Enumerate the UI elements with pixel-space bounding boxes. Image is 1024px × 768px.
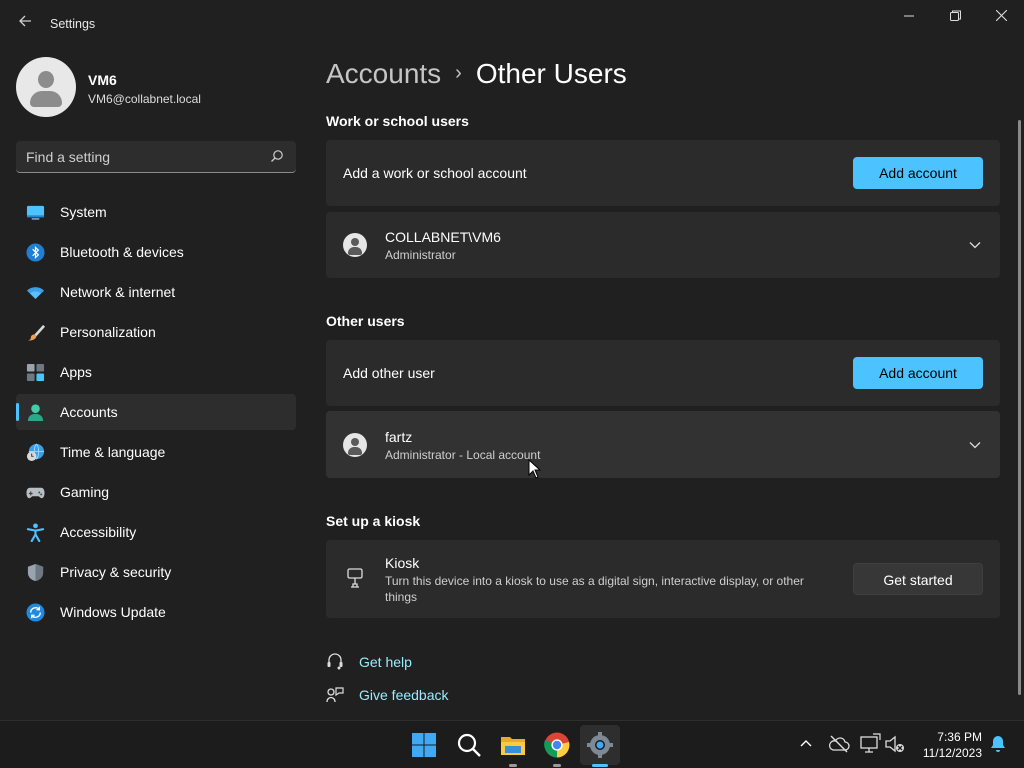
kiosk-description-line2: things <box>385 590 418 604</box>
kiosk-card: Kiosk Turn this device into a kiosk to u… <box>326 540 1000 618</box>
mouse-cursor-icon <box>528 459 542 479</box>
scrollbar[interactable] <box>1018 120 1021 695</box>
add-other-user-button[interactable]: Add account <box>853 357 983 389</box>
gaming-icon <box>26 487 45 499</box>
kiosk-section-title: Set up a kiosk <box>326 513 421 529</box>
search-icon[interactable] <box>270 149 284 163</box>
sidebar-item-label: System <box>60 204 107 220</box>
sidebar-item-time-language[interactable]: Time & language <box>16 434 296 470</box>
volume-muted-icon[interactable] <box>884 733 906 755</box>
system-icon <box>26 205 45 220</box>
add-work-account-button[interactable]: Add account <box>853 157 983 189</box>
sidebar-item-accounts[interactable]: Accounts <box>16 394 296 430</box>
sidebar-item-label: Accessibility <box>60 524 137 540</box>
other-users-section-title: Other users <box>326 313 405 329</box>
brush-icon <box>27 324 45 341</box>
sidebar-item-label: Time & language <box>60 444 166 460</box>
onedrive-offline-icon[interactable] <box>828 733 850 755</box>
sidebar-nav: System Bluetooth & devices Network & int… <box>16 194 296 634</box>
file-explorer-icon[interactable] <box>499 731 527 759</box>
work-school-section-title: Work or school users <box>326 113 469 129</box>
user-avatar-icon <box>343 433 367 457</box>
get-started-button[interactable]: Get started <box>853 563 983 595</box>
sidebar-item-label: Bluetooth & devices <box>60 244 184 260</box>
sidebar-item-label: Personalization <box>60 324 156 340</box>
chrome-icon[interactable] <box>543 731 571 759</box>
search-box[interactable] <box>16 141 296 173</box>
work-user-card[interactable]: COLLABNET\VM6 Administrator <box>326 212 1000 278</box>
time-language-icon <box>26 443 45 462</box>
sidebar-item-label: Windows Update <box>60 604 166 620</box>
clock[interactable]: 7:36 PM 11/12/2023 <box>912 729 982 761</box>
sidebar-item-system[interactable]: System <box>16 194 296 230</box>
sidebar-item-label: Privacy & security <box>60 564 172 580</box>
taskbar-indicator <box>509 764 517 767</box>
accessibility-icon <box>26 523 45 542</box>
chevron-down-icon[interactable] <box>968 438 982 452</box>
taskbar: 7:36 PM 11/12/2023 <box>0 720 1024 768</box>
add-other-user-card: Add other user Add account <box>326 340 1000 406</box>
profile-email: VM6@collabnet.local <box>88 92 201 106</box>
sidebar-item-accessibility[interactable]: Accessibility <box>16 514 296 550</box>
add-work-account-text: Add a work or school account <box>343 165 527 181</box>
sidebar-item-windows-update[interactable]: Windows Update <box>16 594 296 630</box>
close-button[interactable] <box>978 4 1024 30</box>
user-avatar-icon <box>343 233 367 257</box>
sidebar-item-label: Gaming <box>60 484 110 500</box>
sidebar-item-label: Network & internet <box>60 284 176 300</box>
search-icon[interactable] <box>455 731 483 759</box>
sidebar-item-personalization[interactable]: Personalization <box>16 314 296 350</box>
profile-name: VM6 <box>88 72 117 88</box>
kiosk-icon <box>347 568 363 588</box>
other-user-card[interactable]: fartz Administrator - Local account <box>326 411 1000 478</box>
network-icon <box>26 287 45 300</box>
search-input[interactable] <box>26 141 266 172</box>
restore-button[interactable] <box>932 4 978 30</box>
sidebar-item-network[interactable]: Network & internet <box>16 274 296 310</box>
back-arrow-icon[interactable] <box>14 14 36 34</box>
app-title: Settings <box>50 17 96 31</box>
breadcrumb-parent[interactable]: Accounts <box>326 58 441 89</box>
minimize-button[interactable] <box>886 4 932 30</box>
windows-start-icon[interactable] <box>410 731 438 759</box>
shield-icon <box>27 563 44 582</box>
other-user-role: Administrator - Local account <box>385 448 541 462</box>
accounts-icon <box>27 404 44 422</box>
breadcrumb: Accounts › Other Users <box>326 58 627 90</box>
sidebar-item-privacy[interactable]: Privacy & security <box>16 554 296 590</box>
sidebar-item-bluetooth[interactable]: Bluetooth & devices <box>16 234 296 270</box>
clock-time: 7:36 PM <box>937 730 982 744</box>
chevron-up-icon[interactable] <box>795 733 817 755</box>
kiosk-description-line1: Turn this device into a kiosk to use as … <box>385 574 804 588</box>
page-title: Other Users <box>475 58 627 89</box>
feedback-icon <box>326 687 344 703</box>
sidebar-item-label: Accounts <box>60 404 118 420</box>
taskbar-indicator <box>553 764 561 767</box>
breadcrumb-separator: › <box>455 62 462 84</box>
windows-update-icon <box>26 603 45 622</box>
notification-bell-icon[interactable] <box>987 733 1009 755</box>
sidebar-item-apps[interactable]: Apps <box>16 354 296 390</box>
clock-date: 11/12/2023 <box>922 746 982 760</box>
bluetooth-icon <box>26 243 45 262</box>
sidebar-item-label: Apps <box>60 364 92 380</box>
avatar <box>16 57 76 117</box>
work-user-name: COLLABNET\VM6 <box>385 229 501 245</box>
chevron-down-icon[interactable] <box>968 238 982 252</box>
help-icon <box>327 653 343 670</box>
title-bar: Settings <box>0 0 1024 48</box>
add-other-user-text: Add other user <box>343 365 435 381</box>
sidebar-item-gaming[interactable]: Gaming <box>16 474 296 510</box>
network-icon[interactable] <box>859 733 881 755</box>
work-user-role: Administrator <box>385 248 456 262</box>
other-user-name: fartz <box>385 429 413 445</box>
give-feedback-label[interactable]: Give feedback <box>359 687 449 703</box>
user-profile: VM6 VM6@collabnet.local <box>16 57 201 117</box>
kiosk-title: Kiosk <box>385 555 420 571</box>
taskbar-active-indicator <box>592 764 608 767</box>
settings-gear-icon[interactable] <box>586 731 614 759</box>
add-work-account-card: Add a work or school account Add account <box>326 140 1000 206</box>
get-help-label[interactable]: Get help <box>359 654 412 670</box>
apps-icon <box>26 363 45 382</box>
